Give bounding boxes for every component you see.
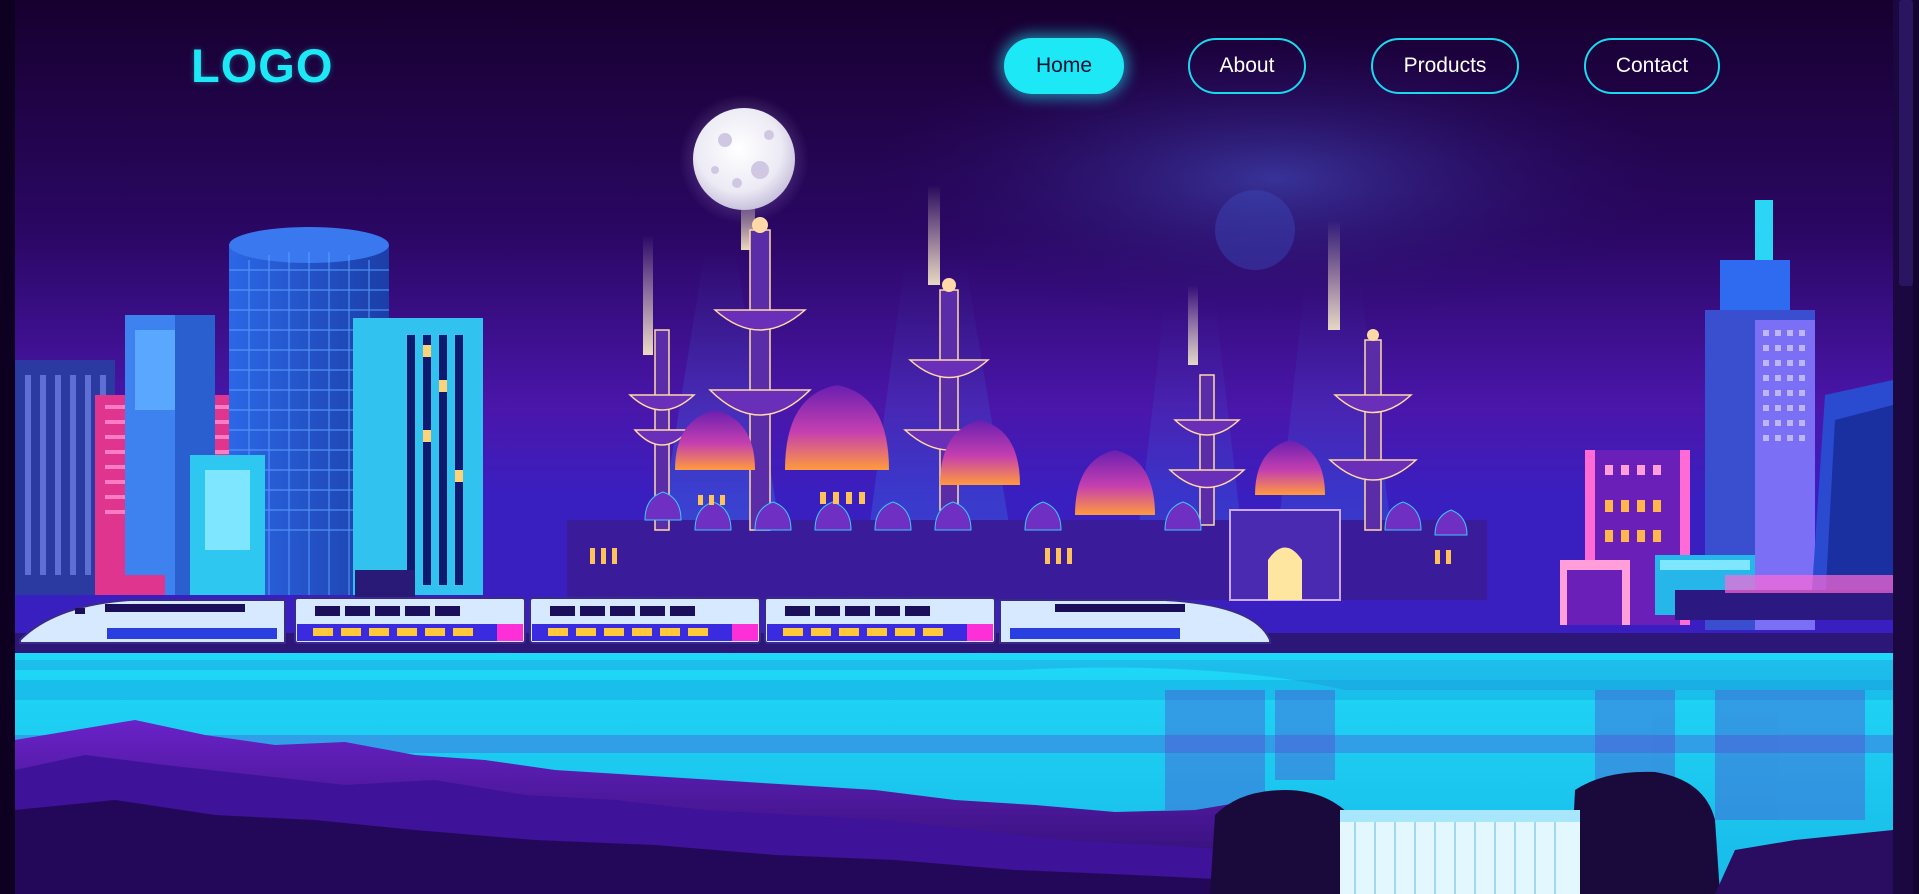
- nav-home-button[interactable]: Home: [1004, 38, 1124, 94]
- nav-about-button[interactable]: About: [1188, 38, 1306, 94]
- left-gutter: [0, 0, 15, 894]
- nav-contact-button[interactable]: Contact: [1584, 38, 1720, 94]
- site-header: LOGO Home About Products Contact: [0, 0, 1893, 130]
- logo[interactable]: LOGO: [191, 40, 333, 92]
- nav-products-button[interactable]: Products: [1371, 38, 1519, 94]
- scrollbar-track: [1913, 0, 1919, 894]
- scrollbar-thumb[interactable]: [1899, 0, 1913, 286]
- vertical-scrollbar[interactable]: [1893, 0, 1919, 894]
- hero-illustration: [15, 0, 1893, 894]
- page-viewport: LOGO Home About Products Contact: [0, 0, 1919, 894]
